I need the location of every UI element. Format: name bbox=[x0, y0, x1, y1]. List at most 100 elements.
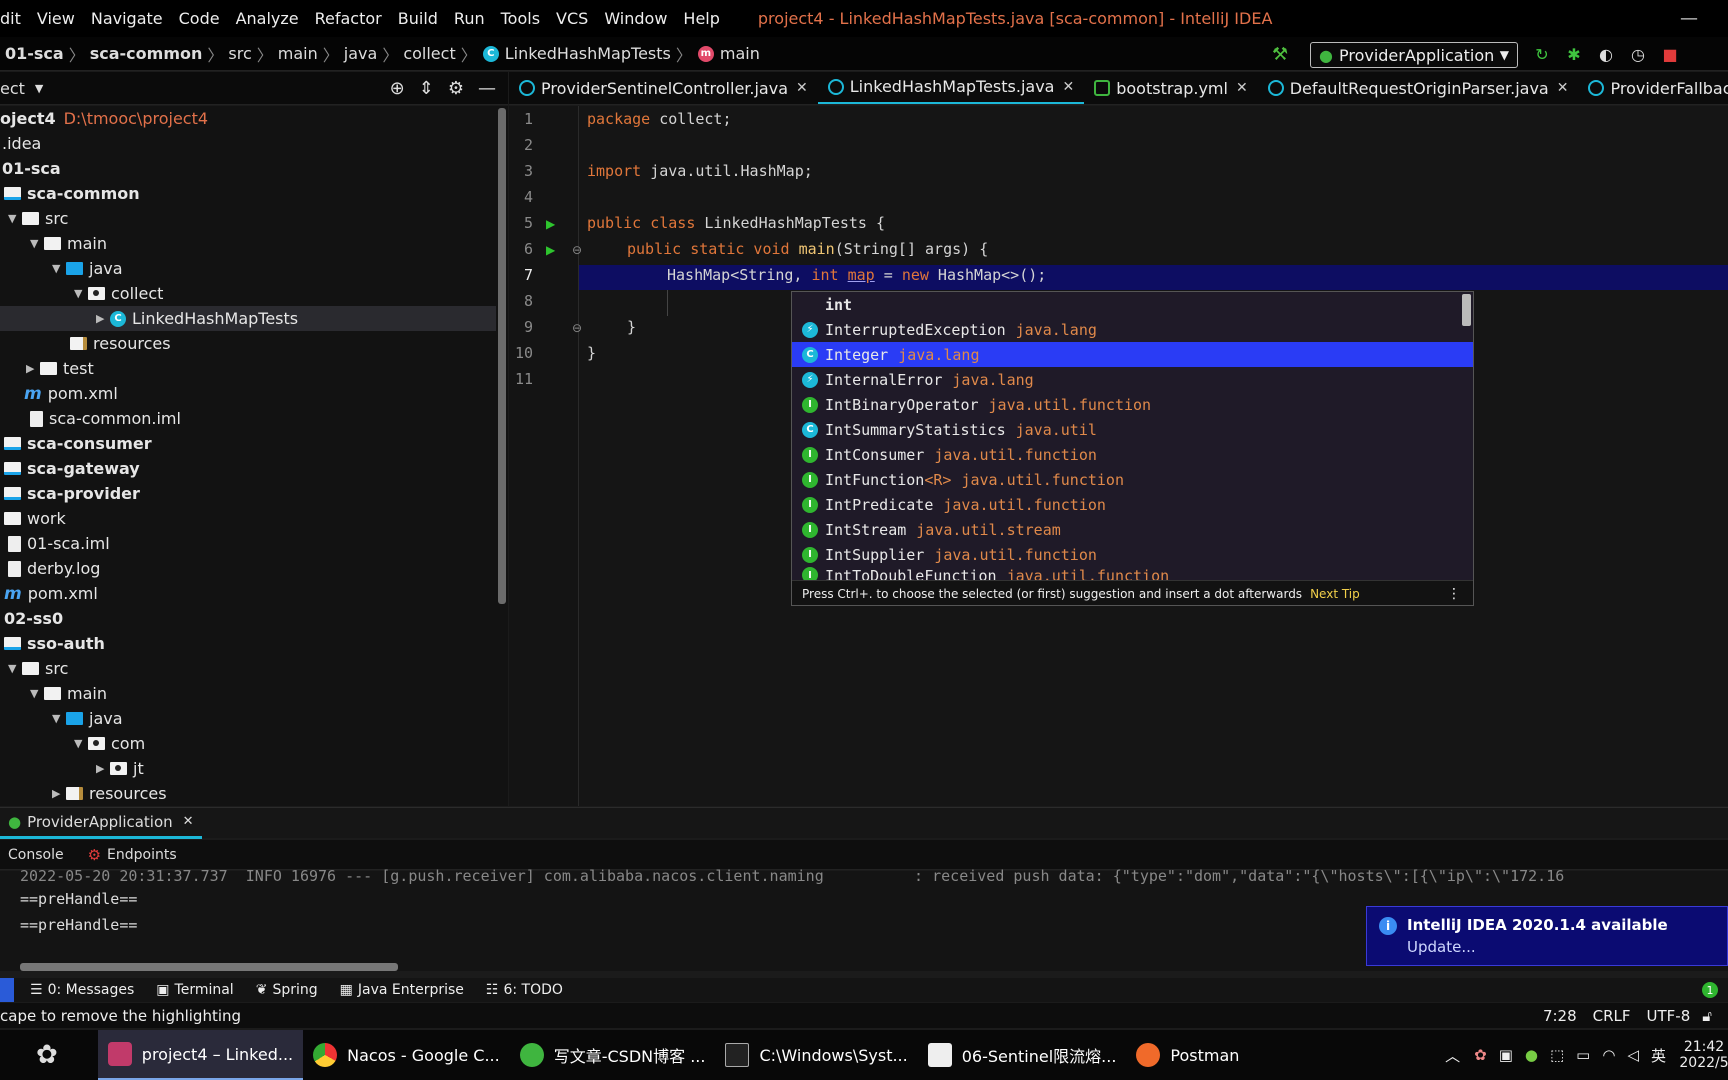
menu-help[interactable]: Help bbox=[675, 9, 727, 28]
breadcrumb-item[interactable]: java bbox=[339, 44, 383, 63]
completion-scrollbar[interactable] bbox=[1462, 294, 1471, 326]
tree-item-selected[interactable]: ▶ C LinkedHashMapTests bbox=[0, 306, 496, 331]
close-icon[interactable]: ✕ bbox=[1557, 80, 1569, 96]
tree-item[interactable]: work bbox=[4, 506, 66, 531]
menu-run[interactable]: Run bbox=[446, 9, 493, 28]
menu-refactor[interactable]: Refactor bbox=[307, 9, 390, 28]
menu-build[interactable]: Build bbox=[390, 9, 446, 28]
tree-item[interactable]: ▼ src bbox=[8, 206, 68, 231]
completion-item[interactable]: ⚡ InterruptedException java.lang bbox=[792, 317, 1473, 342]
tab-provider-sentinel-controller[interactable]: ProviderSentinelController.java ✕ bbox=[509, 72, 818, 104]
expand-arrow-icon[interactable]: ▼ bbox=[74, 737, 88, 750]
menu-tools[interactable]: Tools bbox=[493, 9, 548, 28]
breadcrumb-item[interactable]: collect bbox=[398, 44, 460, 63]
fold-icon[interactable]: ⊖ bbox=[572, 243, 582, 257]
completion-item[interactable]: ⚡ InternalError java.lang bbox=[792, 367, 1473, 392]
breadcrumb-item[interactable]: src bbox=[223, 44, 256, 63]
hide-icon[interactable]: — bbox=[478, 78, 496, 99]
tree-item[interactable]: ▶ test bbox=[26, 356, 94, 381]
completion-item[interactable]: I IntPredicate java.util.function bbox=[792, 492, 1473, 517]
tree-item[interactable]: ▼ main bbox=[30, 231, 107, 256]
caret-position[interactable]: 7:28 bbox=[1543, 1007, 1577, 1025]
tab-bootstrap-yml[interactable]: bootstrap.yml ✕ bbox=[1084, 72, 1257, 104]
ime-indicator[interactable]: 英 bbox=[1651, 1045, 1666, 1066]
tree-item[interactable]: m pom.xml bbox=[24, 381, 118, 406]
tree-item[interactable]: ▼ java bbox=[52, 256, 123, 281]
close-icon[interactable]: ✕ bbox=[796, 80, 808, 96]
build-hammer-icon[interactable]: ⚒ bbox=[1272, 44, 1288, 65]
menu-navigate[interactable]: Navigate bbox=[83, 9, 171, 28]
debug-icon[interactable]: ✱ bbox=[1564, 44, 1584, 64]
tree-item[interactable]: sso-auth bbox=[4, 631, 105, 656]
tree-item[interactable]: 01-sca.iml bbox=[8, 531, 110, 556]
tree-item[interactable]: ▼ main bbox=[30, 681, 107, 706]
taskbar-item-intellij[interactable]: project4 – Linked... bbox=[97, 1030, 304, 1080]
taskbar-item-typora[interactable]: 06-Sentinel限流熔... bbox=[918, 1030, 1127, 1080]
expand-arrow-icon[interactable]: ▶ bbox=[26, 362, 40, 375]
lock-icon[interactable]: 🔓︎ bbox=[1702, 1007, 1712, 1025]
project-view-selector[interactable]: ect bbox=[0, 79, 25, 98]
tool-messages[interactable]: ☰ 0: Messages bbox=[30, 982, 134, 998]
taskbar-item-cmd[interactable]: C:\Windows\Syst... bbox=[715, 1030, 917, 1080]
completion-item-selected[interactable]: C Integer java.lang bbox=[792, 342, 1473, 367]
run-gutter-icon[interactable]: ▶ bbox=[546, 217, 555, 231]
stop-icon[interactable]: ■ bbox=[1660, 44, 1680, 64]
taskbar-item-chrome[interactable]: Nacos - Google C... bbox=[303, 1030, 510, 1080]
completion-item[interactable]: I IntBinaryOperator java.util.function bbox=[792, 392, 1473, 417]
tool-todo[interactable]: ☷ 6: TODO bbox=[486, 982, 563, 998]
run-gutter-icon[interactable]: ▶ bbox=[546, 243, 555, 257]
tree-item[interactable]: 02-ss0 bbox=[4, 606, 63, 631]
next-tip-link[interactable]: Next Tip bbox=[1310, 587, 1360, 601]
battery-icon[interactable]: ▭ bbox=[1576, 1046, 1590, 1064]
security-icon[interactable]: ● bbox=[1525, 1046, 1538, 1064]
endpoints-tab[interactable]: Endpoints bbox=[107, 847, 177, 863]
project-tree-scrollbar[interactable] bbox=[498, 108, 506, 604]
tree-item[interactable]: sca-provider bbox=[4, 481, 140, 506]
taskbar-item-csdn[interactable]: 写文章-CSDN博客 ... bbox=[510, 1030, 716, 1080]
menu-vcs[interactable]: VCS bbox=[548, 9, 596, 28]
expand-arrow-icon[interactable]: ▼ bbox=[52, 262, 66, 275]
completion-item[interactable]: int bbox=[792, 292, 1473, 317]
update-link[interactable]: Update... bbox=[1407, 938, 1476, 956]
expand-arrow-icon[interactable]: ▼ bbox=[8, 212, 22, 225]
tool-java-enterprise[interactable]: ▦ Java Enterprise bbox=[340, 982, 464, 998]
close-icon[interactable]: ✕ bbox=[1236, 80, 1248, 96]
app-tray-icon[interactable]: ✿ bbox=[1474, 1046, 1487, 1064]
tree-item[interactable]: ▶ jt bbox=[96, 756, 144, 781]
minimize-icon[interactable]: — bbox=[1680, 0, 1698, 37]
close-icon[interactable]: ✕ bbox=[1062, 79, 1074, 95]
run-configuration-select[interactable]: ● ProviderApplication ▼ bbox=[1310, 42, 1518, 68]
console-tab[interactable]: Console bbox=[8, 847, 64, 863]
completion-item[interactable]: I IntFunction <R> java.util.function bbox=[792, 467, 1473, 492]
gear-icon[interactable]: ⚙ bbox=[448, 78, 464, 99]
chevron-down-icon[interactable]: ▼ bbox=[35, 82, 43, 95]
expand-arrow-icon[interactable]: ▼ bbox=[30, 687, 44, 700]
menu-code[interactable]: Code bbox=[171, 9, 228, 28]
tool-terminal[interactable]: ▣ Terminal bbox=[156, 982, 233, 998]
tree-item[interactable]: sca-consumer bbox=[4, 431, 152, 456]
tree-item[interactable]: sca-common.iml bbox=[30, 406, 181, 431]
expand-arrow-icon[interactable]: ▶ bbox=[96, 312, 110, 325]
breadcrumb-item[interactable]: main bbox=[273, 44, 323, 63]
menu-analyze[interactable]: Analyze bbox=[228, 9, 307, 28]
menu-window[interactable]: Window bbox=[596, 9, 675, 28]
clock[interactable]: 21:42 2022/5 bbox=[1680, 1039, 1728, 1071]
tool-spring[interactable]: ❦ Spring bbox=[256, 982, 318, 998]
expand-arrow-icon[interactable]: ▶ bbox=[52, 787, 66, 800]
tree-item[interactable]: ▼ com bbox=[74, 731, 145, 756]
coverage-icon[interactable]: ◐ bbox=[1596, 44, 1616, 64]
locate-icon[interactable]: ⊕ bbox=[390, 78, 405, 99]
completion-item[interactable]: I IntStream java.util.stream bbox=[792, 517, 1473, 542]
tab-provider-fallback-factory[interactable]: ProviderFallbackFactory.j bbox=[1578, 72, 1728, 104]
breadcrumb-item[interactable]: LinkedHashMapTests bbox=[505, 44, 676, 63]
breadcrumb-item[interactable]: main bbox=[720, 44, 765, 63]
rerun-icon[interactable]: ↻ bbox=[1532, 44, 1552, 64]
menu-edit[interactable]: dit bbox=[0, 9, 29, 28]
event-log-icon[interactable]: 1 bbox=[1702, 982, 1718, 998]
tree-item[interactable]: ▶ resources bbox=[52, 781, 167, 806]
tree-item[interactable]: 01-sca bbox=[2, 156, 61, 181]
run-tab-provider-application[interactable]: ● ProviderApplication ✕ bbox=[0, 808, 202, 839]
more-options-icon[interactable]: ⋮ bbox=[1447, 586, 1461, 602]
tree-item[interactable]: ▼ java bbox=[52, 706, 123, 731]
close-icon[interactable]: ✕ bbox=[183, 814, 194, 829]
